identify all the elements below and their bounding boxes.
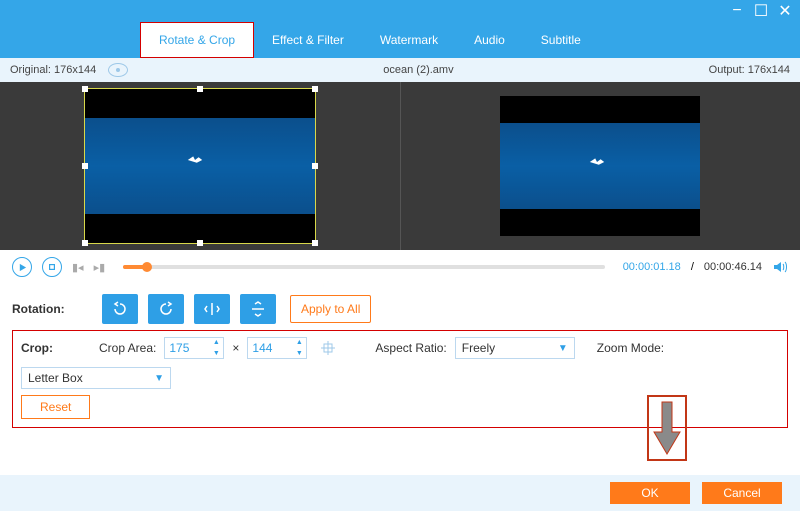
crop-width-input[interactable]: ▲▼	[164, 337, 224, 359]
output-image	[500, 123, 700, 209]
aspect-ratio-value: Freely	[462, 341, 495, 355]
preview-area	[0, 82, 800, 250]
crop-area-label: Crop Area:	[99, 341, 156, 355]
time-current: 00:00:01.18	[623, 261, 681, 273]
crop-height-down[interactable]: ▼	[292, 348, 306, 359]
crop-handle-b[interactable]	[197, 240, 203, 246]
zoom-mode-label: Zoom Mode:	[597, 341, 664, 355]
maximize-button[interactable]: ☐	[754, 4, 768, 18]
prev-frame-button[interactable]: ▮◂	[72, 261, 84, 274]
original-size-label: Original: 176x144	[10, 64, 96, 76]
arrow-down-icon	[652, 400, 682, 456]
compare-eye-icon[interactable]	[108, 63, 128, 77]
output-frame	[500, 96, 700, 236]
output-preview	[401, 82, 800, 250]
time-sep: /	[691, 261, 694, 273]
crop-handle-tl[interactable]	[82, 86, 88, 92]
filename-label: ocean (2).amv	[383, 64, 453, 76]
source-frame	[84, 88, 316, 244]
volume-icon[interactable]	[772, 259, 788, 275]
rotate-right-button[interactable]	[148, 294, 184, 324]
crop-rectangle[interactable]	[84, 88, 316, 244]
player-bar: ▮◂ ▸▮ 00:00:01.18 / 00:00:46.14	[0, 250, 800, 284]
tab-watermark[interactable]: Watermark	[362, 23, 456, 57]
apply-to-all-button[interactable]: Apply to All	[290, 295, 371, 323]
crop-width-up[interactable]: ▲	[209, 337, 223, 348]
annotation-arrow-box	[647, 395, 687, 461]
crop-height-field[interactable]	[248, 341, 292, 355]
source-preview	[0, 82, 401, 250]
crop-height-input[interactable]: ▲▼	[247, 337, 307, 359]
info-bar: Original: 176x144 ocean (2).amv Output: …	[0, 58, 800, 82]
footer-bar: OK Cancel	[0, 475, 800, 511]
aspect-ratio-select[interactable]: Freely ▼	[455, 337, 575, 359]
crop-width-field[interactable]	[165, 341, 209, 355]
output-size-label: Output: 176x144	[709, 64, 790, 76]
time-total: 00:00:46.14	[704, 261, 762, 273]
seek-thumb[interactable]	[142, 262, 152, 272]
seek-bar[interactable]	[123, 265, 605, 269]
crop-handle-t[interactable]	[197, 86, 203, 92]
tab-rotate-crop[interactable]: Rotate & Crop	[140, 22, 254, 58]
rotation-row: Rotation: Apply to All	[12, 294, 788, 324]
crop-handle-br[interactable]	[312, 240, 318, 246]
stop-button[interactable]	[42, 257, 62, 277]
aspect-ratio-label: Aspect Ratio:	[375, 341, 446, 355]
tab-subtitle[interactable]: Subtitle	[523, 23, 599, 57]
multiply-icon: ×	[232, 341, 239, 355]
tab-audio[interactable]: Audio	[456, 23, 523, 57]
cancel-button[interactable]: Cancel	[702, 482, 782, 504]
reset-button[interactable]: Reset	[21, 395, 90, 419]
bird-shape	[588, 156, 606, 168]
tab-bar: Rotate & Crop Effect & Filter Watermark …	[0, 22, 800, 58]
crop-handle-r[interactable]	[312, 163, 318, 169]
crop-label: Crop:	[21, 341, 91, 355]
flip-horizontal-button[interactable]	[194, 294, 230, 324]
crop-width-down[interactable]: ▼	[209, 348, 223, 359]
rotate-left-button[interactable]	[102, 294, 138, 324]
crop-handle-tr[interactable]	[312, 86, 318, 92]
rotation-label: Rotation:	[12, 302, 92, 316]
zoom-mode-value: Letter Box	[28, 371, 83, 385]
chevron-down-icon: ▼	[154, 373, 164, 384]
next-frame-button[interactable]: ▸▮	[94, 261, 106, 274]
crop-handle-l[interactable]	[82, 163, 88, 169]
minimize-button[interactable]: −	[730, 4, 744, 18]
crop-height-up[interactable]: ▲	[292, 337, 306, 348]
zoom-mode-select[interactable]: Letter Box ▼	[21, 367, 171, 389]
crop-handle-bl[interactable]	[82, 240, 88, 246]
ok-button[interactable]: OK	[610, 482, 690, 504]
play-button[interactable]	[12, 257, 32, 277]
flip-vertical-button[interactable]	[240, 294, 276, 324]
tab-effect-filter[interactable]: Effect & Filter	[254, 23, 362, 57]
annotation-arrow	[647, 395, 687, 461]
chevron-down-icon: ▼	[558, 343, 568, 354]
close-button[interactable]: ✕	[778, 4, 792, 18]
titlebar: − ☐ ✕	[0, 0, 800, 22]
crop-position-icon[interactable]	[315, 337, 341, 359]
